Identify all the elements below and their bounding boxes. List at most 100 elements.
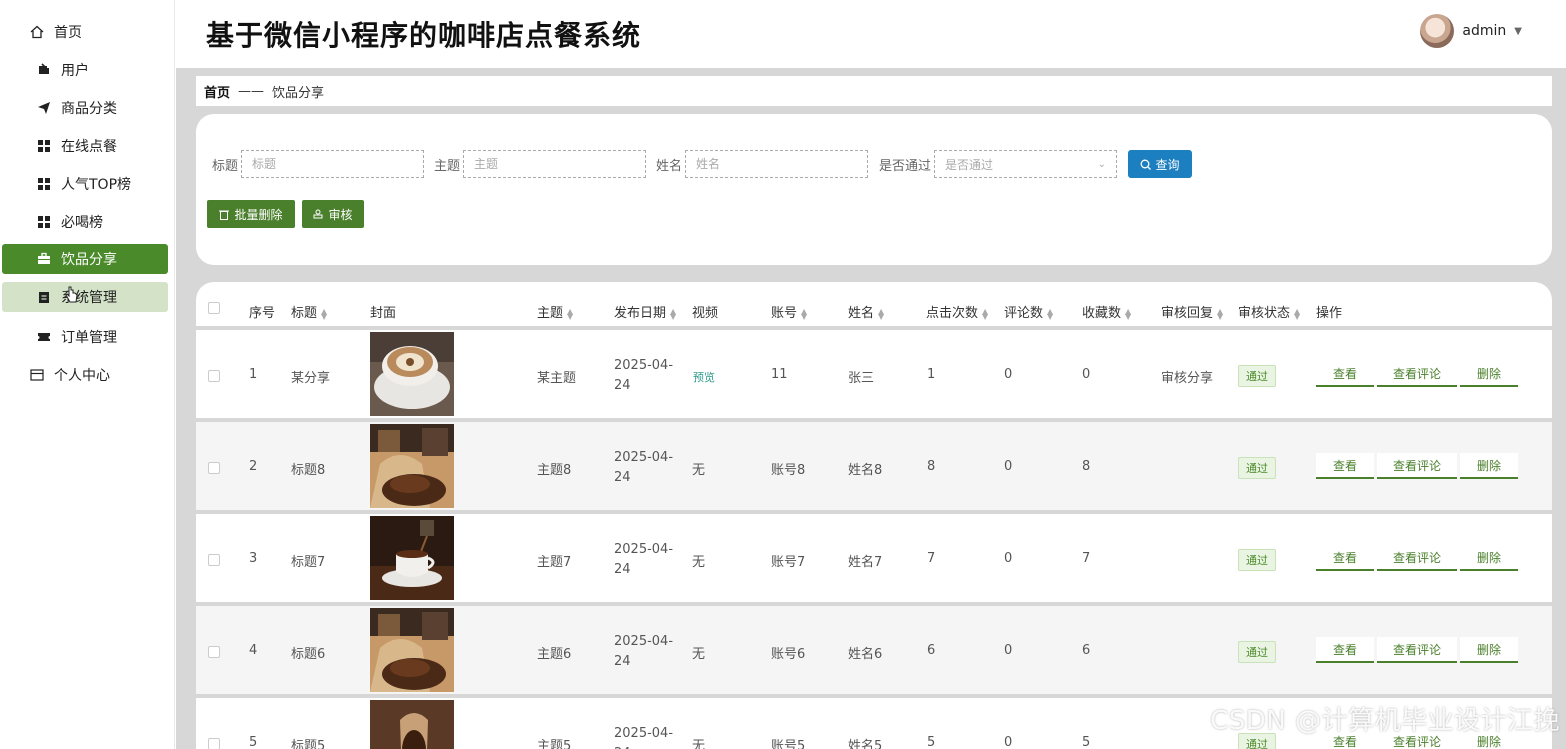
send-icon [37, 101, 51, 115]
status-badge: 通过 [1238, 549, 1276, 571]
sort-icon: ▲ ▼ [1047, 306, 1054, 321]
row-checkbox[interactable] [208, 462, 220, 474]
user-menu[interactable]: admin ▼ [1420, 14, 1522, 48]
col-video: 视频 [692, 306, 719, 321]
view-comments-button[interactable]: 查看评论 [1377, 453, 1457, 479]
cell-favorites: 5 [1082, 735, 1091, 749]
cell-date: 2025-04-24 [614, 726, 674, 749]
view-comments-button[interactable]: 查看评论 [1377, 361, 1457, 387]
cover-coffee-cup-image[interactable] [370, 516, 454, 600]
col-status[interactable]: 审核状态 ▲ ▼ [1238, 302, 1300, 321]
sidebar-item-label: 订单管理 [61, 330, 117, 346]
cell-date: 2025-04-24 [614, 358, 674, 393]
breadcrumb-separator: —— [238, 83, 265, 99]
cover-coffee-beans-image[interactable] [370, 424, 454, 508]
table-row: 2 标题8 主题8 2025-04-24 无 账号8 姓名8 8 0 8 通过 … [196, 422, 1552, 510]
view-button[interactable]: 查看 [1316, 453, 1374, 479]
sidebar-item-users[interactable]: 用户 [2, 55, 168, 85]
cell-favorites: 6 [1082, 643, 1091, 658]
col-comments[interactable]: 评论数 ▲ ▼ [1004, 302, 1053, 321]
col-date[interactable]: 发布日期 ▲ ▼ [614, 302, 676, 321]
stamp-icon [313, 209, 323, 218]
sort-icon: ▲ ▼ [567, 306, 574, 321]
cell-title: 标题7 [291, 555, 326, 570]
sidebar-item-drink-share[interactable]: 饮品分享 [2, 244, 168, 274]
breadcrumb-home[interactable]: 首页 [204, 82, 230, 101]
sidebar-item-label: 人气TOP榜 [61, 177, 132, 193]
col-title[interactable]: 标题 ▲ ▼ [291, 302, 327, 321]
cell-index: 5 [249, 735, 258, 749]
cell-clicks: 5 [927, 735, 936, 749]
col-theme[interactable]: 主题 ▲ ▼ [537, 302, 573, 321]
caret-down-icon: ▼ [1514, 25, 1522, 37]
cover-coffee-beans-image[interactable] [370, 608, 454, 692]
ticket-icon [37, 330, 51, 344]
trash-icon [219, 210, 230, 220]
data-table: 序号 标题 ▲ ▼ 封面 主题 ▲ ▼ 发布日期 ▲ ▼ 视频 账号 ▲ ▼ 姓名 ▲ ▼ 点击次数… [196, 282, 1552, 749]
table-row: 1 某分享 某主题 2025-04-24 预览 11 张三 1 0 0 审核分享… [196, 330, 1552, 418]
cover-latte-image[interactable] [370, 332, 454, 416]
select-all-checkbox[interactable] [208, 302, 220, 314]
sidebar-item-top-popular[interactable]: 人气TOP榜 [2, 169, 168, 199]
cell-clicks: 8 [927, 459, 936, 474]
video-preview-link[interactable]: 预览 [693, 369, 715, 385]
col-name[interactable]: 姓名 ▲ ▼ [848, 302, 884, 321]
grid-icon [37, 177, 51, 191]
search-approved-field: 是否通过 是否通过 ⌄ [879, 150, 1118, 178]
sidebar-item-system[interactable]: 系统管理 [2, 282, 168, 312]
sidebar-item-orders[interactable]: 订单管理 [2, 322, 168, 352]
row-checkbox[interactable] [208, 738, 220, 749]
delete-button[interactable]: 删除 [1460, 361, 1518, 387]
cell-comments: 0 [1004, 367, 1013, 382]
sidebar-item-must-drink[interactable]: 必喝榜 [2, 207, 168, 237]
review-button[interactable]: 审核 [302, 200, 364, 228]
row-checkbox[interactable] [208, 646, 220, 658]
search-name-label: 姓名 [656, 158, 683, 174]
view-comments-button[interactable]: 查看评论 [1377, 545, 1457, 571]
search-theme-field: 主题 [434, 150, 647, 178]
view-button[interactable]: 查看 [1316, 361, 1374, 387]
search-title-input[interactable] [241, 150, 425, 178]
cell-comments: 0 [1004, 459, 1013, 474]
cell-name: 姓名7 [848, 555, 883, 570]
view-button[interactable]: 查看 [1316, 545, 1374, 571]
col-clicks[interactable]: 点击次数 ▲ ▼ [926, 302, 988, 321]
delete-button[interactable]: 删除 [1460, 637, 1518, 663]
row-checkbox[interactable] [208, 554, 220, 566]
col-reply[interactable]: 审核回复 ▲ ▼ [1161, 302, 1223, 321]
delete-button[interactable]: 删除 [1460, 545, 1518, 571]
cell-video: 无 [692, 463, 706, 478]
cell-clicks: 6 [927, 643, 936, 658]
delete-button[interactable]: 删除 [1460, 453, 1518, 479]
approved-select-placeholder: 是否通过 [945, 157, 994, 172]
sidebar-item-home[interactable]: 首页 [2, 17, 168, 47]
grid-icon [37, 215, 51, 229]
cell-account: 11 [771, 367, 788, 382]
grid-icon [37, 139, 51, 153]
search-name-input[interactable] [685, 150, 869, 178]
cell-name: 姓名8 [848, 463, 883, 478]
search-name-field: 姓名 [656, 150, 869, 178]
cover-coffee-scoop-image[interactable] [370, 700, 454, 749]
view-comments-button[interactable]: 查看评论 [1377, 637, 1457, 663]
sidebar-item-categories[interactable]: 商品分类 [2, 93, 168, 123]
query-button[interactable]: 查询 [1128, 150, 1192, 178]
cell-index: 4 [249, 643, 258, 658]
sidebar-item-online-order[interactable]: 在线点餐 [2, 131, 168, 161]
view-button[interactable]: 查看 [1316, 637, 1374, 663]
search-title-field: 标题 [212, 150, 425, 178]
approved-select[interactable]: 是否通过 ⌄ [934, 150, 1118, 178]
cell-theme: 某主题 [537, 371, 577, 386]
search-theme-input[interactable] [463, 150, 647, 178]
col-account[interactable]: 账号 ▲ ▼ [771, 302, 807, 321]
col-favorites[interactable]: 收藏数 ▲ ▼ [1082, 302, 1131, 321]
cell-video: 无 [692, 647, 706, 662]
batch-delete-button[interactable]: 批量删除 [207, 200, 295, 228]
sidebar-item-profile[interactable]: 个人中心 [2, 360, 168, 390]
cell-theme: 主题8 [537, 463, 572, 478]
sort-icon: ▲ ▼ [1294, 306, 1301, 321]
cell-account: 账号8 [771, 463, 806, 478]
clipboard-icon [37, 290, 51, 304]
cell-favorites: 7 [1082, 551, 1091, 566]
row-checkbox[interactable] [208, 370, 220, 382]
